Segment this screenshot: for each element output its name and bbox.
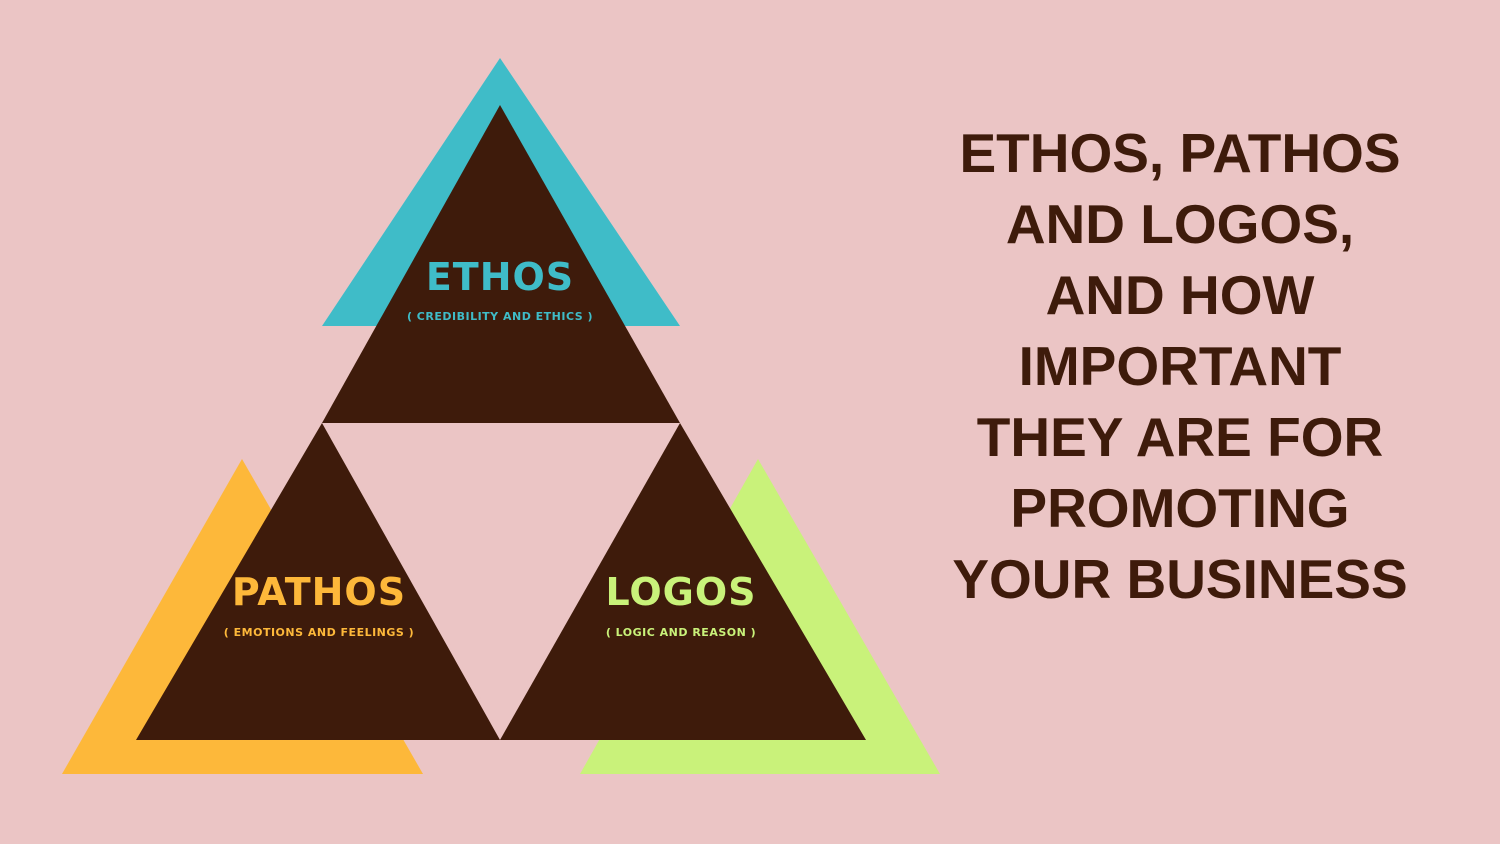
headline-line: THEY ARE FOR [976, 406, 1384, 468]
headline-line: AND HOW [1045, 264, 1315, 326]
pathos-subtitle: ( EMOTIONS AND FEELINGS ) [224, 626, 414, 639]
rhetoric-triangle-diagram: ETHOS ( CREDIBILITY AND ETHICS ) PATHOS … [62, 58, 940, 774]
headline-line: PROMOTING [1010, 477, 1350, 539]
pathos-title: PATHOS [232, 570, 406, 614]
headline-line: ETHOS, PATHOS [959, 122, 1401, 184]
logos-subtitle: ( LOGIC AND REASON ) [606, 626, 756, 639]
headline-line: YOUR BUSINESS [952, 548, 1408, 610]
headline-line: AND LOGOS, [1005, 193, 1355, 255]
headline: ETHOS, PATHOS AND LOGOS, AND HOW IMPORTA… [930, 118, 1430, 615]
logos-title: LOGOS [605, 570, 756, 614]
headline-line: IMPORTANT [1018, 335, 1342, 397]
ethos-title: ETHOS [426, 255, 574, 299]
ethos-subtitle: ( CREDIBILITY AND ETHICS ) [407, 310, 593, 323]
